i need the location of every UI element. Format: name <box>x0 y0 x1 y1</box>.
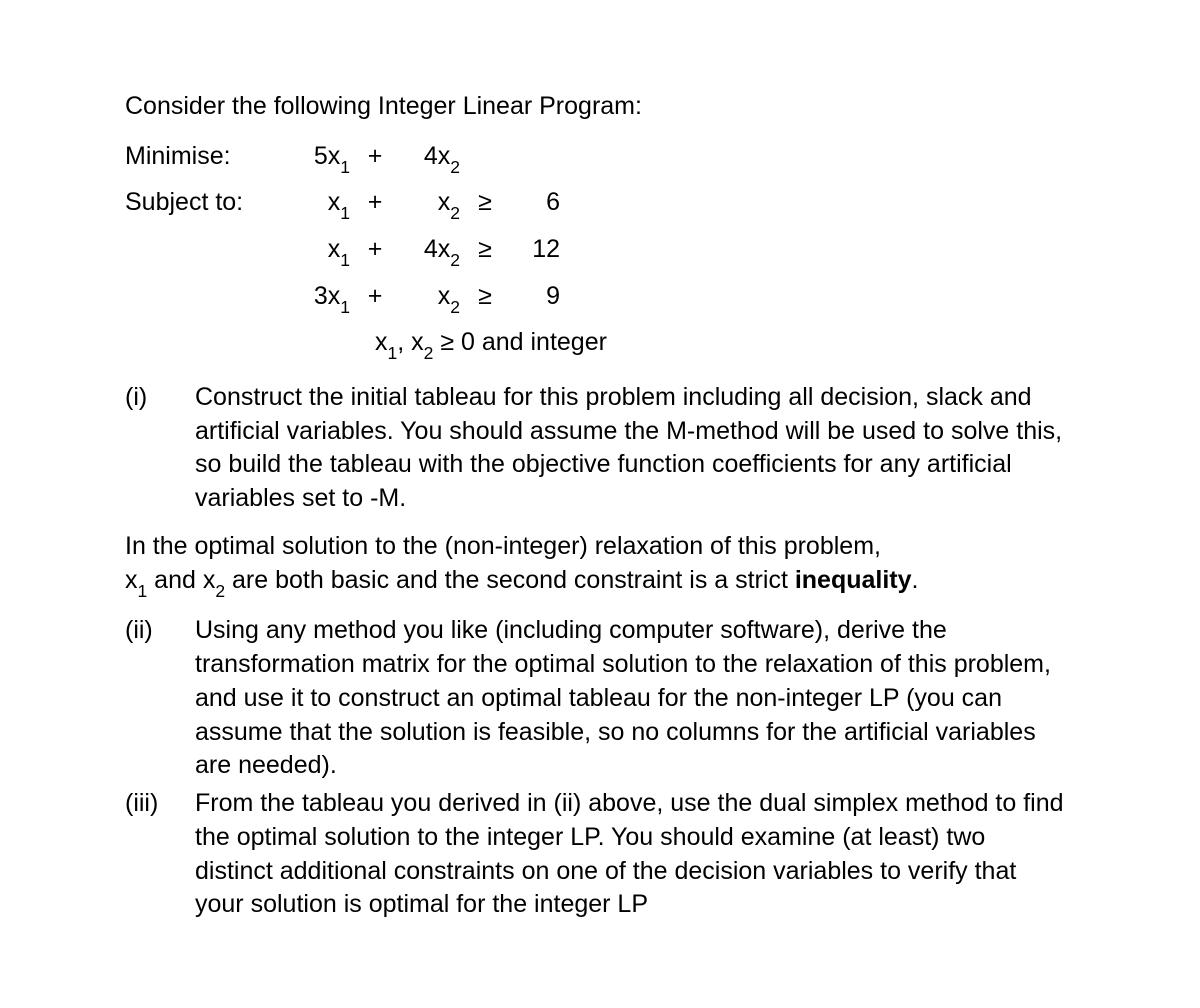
question-ii-text: Using any method you like (including com… <box>195 614 1090 783</box>
c3-term2: x2 <box>400 280 460 317</box>
c1-term1: x1 <box>290 186 350 223</box>
ic-v1: x <box>375 328 388 356</box>
mid-inequality: inequality <box>795 566 912 594</box>
c1-t2-sub: 2 <box>450 203 460 223</box>
mid-line1: In the optimal solution to the (non-inte… <box>125 532 881 560</box>
obj-t2-sub: 2 <box>450 157 460 177</box>
ic-s2: 2 <box>424 343 434 363</box>
c1-t1-sub: 1 <box>340 203 350 223</box>
subject-to-label: Subject to: <box>125 186 290 220</box>
obj-t2-var: x <box>438 142 451 170</box>
mid-x1-var: x <box>125 566 138 594</box>
mid-rest: are both basic and the second constraint… <box>225 566 795 594</box>
c3-rhs: 9 <box>510 280 560 314</box>
c1-t2-var: x <box>438 188 451 216</box>
c2-t2-sub: 2 <box>450 250 460 270</box>
mid-x1-sub: 1 <box>138 581 148 601</box>
c2-rel: ≥ <box>460 233 510 267</box>
mid-and: and x <box>147 566 215 594</box>
c2-rhs: 12 <box>510 233 560 267</box>
ic-comma: , <box>397 328 411 356</box>
mid-period: . <box>912 566 919 594</box>
question-ii: (ii) Using any method you like (includin… <box>125 614 1090 783</box>
mid-paragraph: In the optimal solution to the (non-inte… <box>125 530 1090 600</box>
question-i: (i) Construct the initial tableau for th… <box>125 381 1090 516</box>
c2-t2-var: x <box>438 235 451 263</box>
constraint-row: Subject to: x1 + x2 ≥ 6 <box>125 186 1090 223</box>
c2-term2: 4x2 <box>400 233 460 270</box>
c1-term2: x2 <box>400 186 460 223</box>
obj-term2: 4x2 <box>400 140 460 177</box>
c3-t1-var: x <box>328 282 341 310</box>
c1-op: + <box>350 186 400 220</box>
obj-t1-sub: 1 <box>340 157 350 177</box>
constraint-row: x1 + 4x2 ≥ 12 <box>125 233 1090 270</box>
ic-s1: 1 <box>388 343 398 363</box>
c3-rel: ≥ <box>460 280 510 314</box>
roman-i: (i) <box>125 381 195 516</box>
c3-term1: 3x1 <box>290 280 350 317</box>
intro-text: Consider the following Integer Linear Pr… <box>125 90 1090 124</box>
obj-op: + <box>350 140 400 174</box>
c2-term1: x1 <box>290 233 350 270</box>
c3-t1-coef: 3 <box>314 282 328 310</box>
c2-t1-var: x <box>328 235 341 263</box>
question-i-text: Construct the initial tableau for this p… <box>195 381 1090 516</box>
c2-op: + <box>350 233 400 267</box>
c2-t1-sub: 1 <box>340 250 350 270</box>
c3-op: + <box>350 280 400 314</box>
ic-tail: ≥ 0 and integer <box>433 328 607 356</box>
roman-iii: (iii) <box>125 787 195 922</box>
c3-t2-var: x <box>438 282 451 310</box>
obj-t1-var: x <box>328 142 341 170</box>
objective-row: Minimise: 5x1 + 4x2 <box>125 140 1090 177</box>
c1-t1-var: x <box>328 188 341 216</box>
c3-t2-sub: 2 <box>450 297 460 317</box>
question-iii: (iii) From the tableau you derived in (i… <box>125 787 1090 922</box>
integer-constraint: x1, x2 ≥ 0 and integer <box>125 326 1090 363</box>
roman-ii: (ii) <box>125 614 195 783</box>
objective-label: Minimise: <box>125 140 290 174</box>
obj-term1: 5x1 <box>290 140 350 177</box>
c1-rhs: 6 <box>510 186 560 220</box>
obj-t2-coef: 4 <box>424 142 438 170</box>
ic-v2: x <box>411 328 424 356</box>
c2-t2-coef: 4 <box>424 235 438 263</box>
c3-t1-sub: 1 <box>340 297 350 317</box>
constraint-row: 3x1 + x2 ≥ 9 <box>125 280 1090 317</box>
math-block: Minimise: 5x1 + 4x2 Subject to: x1 + x2 … <box>125 140 1090 363</box>
obj-t1-coef: 5 <box>314 142 328 170</box>
c1-rel: ≥ <box>460 186 510 220</box>
question-iii-text: From the tableau you derived in (ii) abo… <box>195 787 1090 922</box>
mid-x2-sub: 2 <box>215 581 225 601</box>
